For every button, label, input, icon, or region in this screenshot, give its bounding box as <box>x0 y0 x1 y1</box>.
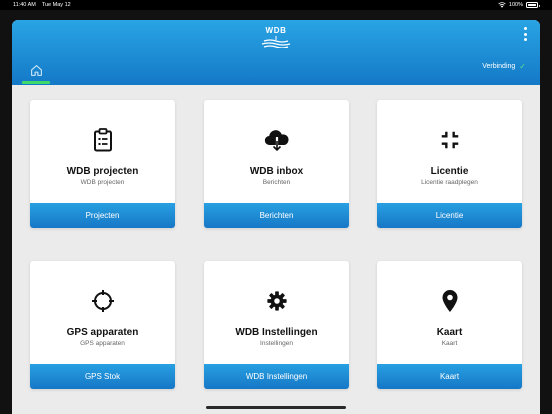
status-time: 11:40 AM <box>13 2 36 8</box>
card-wdb-projecten: WDB projecten WDB projecten Projecten <box>30 100 175 228</box>
logo-text: WDB <box>265 26 287 35</box>
card-subtitle: Berichten <box>262 179 291 186</box>
wdb-logo: WDB <box>260 26 292 52</box>
connection-status: Verbinding ✓ <box>482 62 526 71</box>
wdb-waves-logo-icon <box>261 36 291 48</box>
gps-stok-button[interactable]: GPS Stok <box>30 364 175 389</box>
ipad-frame: 11:40 AM Tue May 12 100% WDB Verbinding … <box>0 0 552 414</box>
card-title: WDB Instellingen <box>235 327 318 338</box>
card-subtitle: Kaart <box>441 340 458 347</box>
tab-home[interactable] <box>22 56 50 84</box>
card-icon-wrapper <box>30 128 175 152</box>
card-icon-wrapper <box>377 128 522 152</box>
projecten-button[interactable]: Projecten <box>30 203 175 228</box>
card-subtitle: WDB projecten <box>80 179 125 186</box>
more-vertical-icon[interactable] <box>521 27 529 41</box>
check-icon: ✓ <box>519 62 526 71</box>
card-title: WDB inbox <box>249 166 304 177</box>
kaart-button[interactable]: Kaart <box>377 364 522 389</box>
card-title: WDB projecten <box>66 166 139 177</box>
fullscreen-exit-icon <box>441 131 458 149</box>
gear-icon <box>266 291 287 311</box>
card-title: Licentie <box>430 166 469 177</box>
card-subtitle: Licentie raadplegen <box>421 179 478 186</box>
card-title: GPS apparaten <box>66 327 139 338</box>
card-icon-wrapper <box>30 289 175 313</box>
map-pin-icon <box>442 290 457 312</box>
card-licentie: Licentie Licentie raadplegen Licentie <box>377 100 522 228</box>
wifi-icon <box>498 2 506 8</box>
card-kaart: Kaart Kaart Kaart <box>377 261 522 389</box>
card-icon-wrapper <box>377 289 522 313</box>
card-icon-wrapper <box>204 289 349 313</box>
home-icon <box>30 64 42 76</box>
menu-dot <box>523 38 527 41</box>
cloud-download-icon <box>264 130 289 152</box>
menu-dot <box>523 32 527 36</box>
clipboard-icon <box>93 128 112 152</box>
home-indicator[interactable] <box>206 406 346 409</box>
card-gps-apparaten: GPS apparaten GPS apparaten GPS Stok <box>30 261 175 389</box>
connection-label: Verbinding <box>482 63 516 70</box>
app-screen: WDB Verbinding ✓ WDB projecten WDB proje… <box>12 20 540 414</box>
status-bar-right: 100% <box>498 2 540 8</box>
app-header: WDB Verbinding ✓ <box>12 20 540 85</box>
status-bar-left: 11:40 AM Tue May 12 <box>13 2 71 8</box>
menu-dot <box>523 27 527 30</box>
berichten-button[interactable]: Berichten <box>204 203 349 228</box>
gps-crosshair-icon <box>91 290 114 312</box>
wdb-instellingen-button[interactable]: WDB Instellingen <box>204 364 349 389</box>
battery-percentage: 100% <box>508 2 523 8</box>
card-wdb-instellingen: WDB Instellingen Instellingen WDB Instel… <box>204 261 349 389</box>
active-tab-indicator <box>22 81 50 84</box>
battery-icon <box>526 2 540 8</box>
card-subtitle: Instellingen <box>260 340 293 347</box>
card-icon-wrapper <box>204 128 349 152</box>
licentie-button[interactable]: Licentie <box>377 203 522 228</box>
card-title: Kaart <box>436 327 463 338</box>
card-subtitle: GPS apparaten <box>80 340 125 347</box>
status-bar: 11:40 AM Tue May 12 100% <box>0 0 552 10</box>
card-wdb-inbox: WDB inbox Berichten Berichten <box>204 100 349 228</box>
status-date: Tue May 12 <box>41 2 71 8</box>
